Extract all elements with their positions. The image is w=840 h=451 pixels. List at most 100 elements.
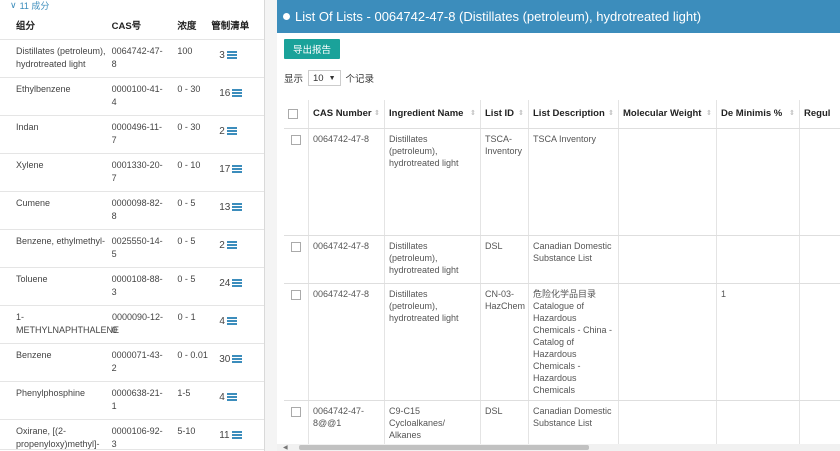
col-molecular-weight[interactable]: Molecular Weight ⇕ <box>619 100 717 128</box>
ingredients-group-toggle[interactable]: ∨ 11 成分 <box>0 0 264 11</box>
ingredients-panel: ∨ 11 成分 组分 CAS号 浓度 管制清单 Distillates (pet… <box>0 0 265 451</box>
page-length-select[interactable]: 10 ▼ <box>308 70 341 86</box>
caret-down-icon: ▼ <box>328 74 336 82</box>
ingredient-row[interactable]: 1-METHYLNAPHTHALENE 0000090-12-0 0 - 1 4 <box>0 306 264 344</box>
ingredient-cas: 0000496-11-7 <box>111 122 162 145</box>
col-list-id[interactable]: List ID ⇕ <box>481 100 529 128</box>
sort-icon: ⇕ <box>608 110 614 117</box>
cell-ingredient: C9-C15 Cycloalkanes/ Alkanes <box>385 401 481 450</box>
ingredient-row[interactable]: Toluene 0000108-88-3 0 - 5 24 <box>0 268 264 306</box>
horizontal-scrollbar[interactable]: ◀ <box>277 444 840 451</box>
regulation-count-link[interactable]: 17 <box>209 154 264 191</box>
col-de-minimis[interactable]: De Minimis % ⇕ <box>717 100 800 128</box>
cell-list-description: Canadian Domestic Substance List <box>529 401 619 450</box>
page-length-value: 10 <box>313 72 324 84</box>
ingredient-name: Cumene <box>16 198 51 208</box>
select-all-checkbox[interactable] <box>288 109 298 119</box>
ingredient-cas: 0000071-43-2 <box>111 350 163 373</box>
ingredient-name: Phenylphosphine <box>16 388 86 398</box>
row-checkbox[interactable] <box>291 290 301 300</box>
list-of-lists-panel: List Of Lists - 0064742-47-8 (Distillate… <box>277 0 840 451</box>
cell-de-minimis <box>717 129 800 235</box>
header-name: 组分 <box>16 20 36 32</box>
ingredient-name: Indan <box>16 122 39 132</box>
list-icon <box>232 165 243 173</box>
cell-list-id: DSL <box>481 401 529 450</box>
col-regulation[interactable]: Regul <box>800 100 840 128</box>
col-cas-number[interactable]: CAS Number ⇕ <box>309 100 385 128</box>
ingredient-concentration: 5-10 <box>177 426 196 436</box>
ingredient-concentration: 0 - 5 <box>177 198 196 208</box>
regulation-count-link[interactable]: 24 <box>209 268 264 305</box>
col-list-description[interactable]: List Description ⇕ <box>529 100 619 128</box>
cell-list-id: TSCA-Inventory <box>481 129 529 235</box>
regulation-count-link[interactable]: 3 <box>209 40 264 77</box>
row-checkbox[interactable] <box>291 242 301 252</box>
row-checkbox[interactable] <box>291 407 301 417</box>
col-ingredient-name[interactable]: Ingredient Name ⇕ <box>385 100 481 128</box>
ingredient-row[interactable]: Ethylbenzene 0000100-41-4 0 - 30 16 <box>0 78 264 116</box>
cell-regulation <box>800 284 840 400</box>
ingredient-cas: 0000638-21-1 <box>111 388 163 411</box>
regulation-count-link[interactable]: 2 <box>209 230 264 267</box>
ingredient-row[interactable]: Xylene 0001330-20-7 0 - 10 17 <box>0 154 264 192</box>
ingredient-concentration: 0 - 1 <box>177 312 196 322</box>
pager-records-label: 个记录 <box>345 74 375 85</box>
ingredient-row[interactable]: Distillates (petroleum), hydrotreated li… <box>0 40 264 78</box>
ingredient-row[interactable]: Indan 0000496-11-7 0 - 30 2 <box>0 116 264 154</box>
regulation-count: 17 <box>219 164 231 175</box>
header-cas: CAS号 <box>111 20 142 32</box>
regulation-count-link[interactable]: 4 <box>209 306 264 343</box>
ingredient-name: Benzene, ethylmethyl- <box>16 236 106 246</box>
cell-regulation <box>800 401 840 450</box>
list-icon <box>226 317 237 325</box>
ingredient-row[interactable]: Benzene 0000071-43-2 0 - 0.01 30 <box>0 344 264 382</box>
regulation-count-link[interactable]: 11 <box>209 420 264 449</box>
cell-de-minimis <box>717 236 800 283</box>
scroll-left-icon[interactable]: ◀ <box>283 444 288 451</box>
regulation-count: 2 <box>219 126 225 137</box>
list-icon <box>232 203 243 211</box>
regulation-count-link[interactable]: 4 <box>209 382 264 419</box>
table-row: 0064742-47-8 Distillates (petroleum), hyd… <box>284 236 840 284</box>
cell-cas: 0064742-47-8@@1 <box>309 401 385 450</box>
row-select-cell <box>284 401 309 450</box>
scrollbar-thumb[interactable] <box>299 445 589 450</box>
regulation-count: 13 <box>219 202 231 213</box>
ingredient-cas: 0064742-47-8 <box>111 46 163 69</box>
cell-list-description: TSCA Inventory <box>529 129 619 235</box>
regulation-count-link[interactable]: 16 <box>209 78 264 115</box>
sort-icon: ⇕ <box>470 110 476 117</box>
cell-de-minimis <box>717 401 800 450</box>
regulation-count: 11 <box>219 430 230 441</box>
ingredient-cas: 0000090-12-0 <box>112 312 164 335</box>
list-icon <box>231 431 242 439</box>
ingredient-row[interactable]: Oxirane, [(2-propenyloxy)methyl]- 0000106… <box>0 420 264 450</box>
ingredient-cas: 0000100-41-4 <box>111 84 163 107</box>
sort-icon: ⇕ <box>374 110 380 117</box>
ingredient-name: Toluene <box>16 274 48 284</box>
regulation-count-link[interactable]: 2 <box>209 116 264 153</box>
ingredient-concentration: 0 - 30 <box>177 122 201 132</box>
cell-list-id: CN-03-HazChem <box>481 284 529 400</box>
panel-title: List Of Lists - 0064742-47-8 (Distillate… <box>295 9 702 24</box>
ingredient-concentration: 100 <box>177 46 193 56</box>
ingredient-row[interactable]: Phenylphosphine 0000638-21-1 1-5 4 <box>0 382 264 420</box>
row-select-cell <box>284 129 309 235</box>
list-icon <box>232 89 243 97</box>
ingredient-name: Oxirane, [(2-propenyloxy)methyl]- <box>16 426 100 449</box>
regulation-count: 24 <box>219 278 231 289</box>
ingredient-name: Ethylbenzene <box>16 84 71 94</box>
regulation-count-link[interactable]: 13 <box>209 192 264 229</box>
ingredient-row[interactable]: Cumene 0000098-82-8 0 - 5 13 <box>0 192 264 230</box>
ingredient-name: Benzene <box>16 350 52 360</box>
cell-regulation <box>800 129 840 235</box>
row-checkbox[interactable] <box>291 135 301 145</box>
regulation-count-link[interactable]: 30 <box>209 344 264 381</box>
cell-list-id: DSL <box>481 236 529 283</box>
cell-ingredient: Distillates (petroleum), hydrotreated li… <box>385 284 481 400</box>
page-length-control: 显示 10 ▼ 个记录 <box>284 70 374 86</box>
cell-molecular-weight <box>619 284 717 400</box>
ingredient-row[interactable]: Benzene, ethylmethyl- 0025550-14-5 0 - 5 2 <box>0 230 264 268</box>
export-report-button[interactable]: 导出报告 <box>284 39 340 59</box>
